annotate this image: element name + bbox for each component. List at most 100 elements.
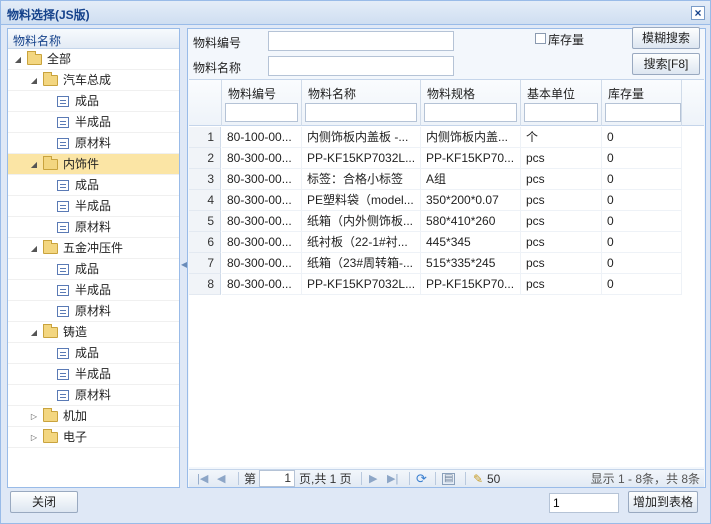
page-size[interactable]: 50: [487, 471, 500, 487]
tree-leaf-item[interactable]: 成品: [8, 175, 179, 196]
table-cell[interactable]: 80-300-00...: [222, 232, 302, 253]
table-cell[interactable]: 标签：合格小标签: [302, 169, 421, 190]
tree-folder-item[interactable]: ▷ 电子: [8, 427, 179, 448]
column-header-unit[interactable]: 基本单位: [521, 80, 602, 126]
tree-leaf-item[interactable]: 半成品: [8, 196, 179, 217]
column-filter-code[interactable]: [225, 103, 298, 122]
table-cell[interactable]: PE塑料袋（model...: [302, 190, 421, 211]
search-button[interactable]: 搜索[F8]: [632, 53, 700, 75]
table-cell[interactable]: 80-300-00...: [222, 274, 302, 295]
table-cell[interactable]: 0: [602, 274, 682, 295]
table-cell[interactable]: 0: [602, 169, 682, 190]
table-cell[interactable]: pcs: [521, 232, 602, 253]
expand-arrow-icon[interactable]: ▷: [29, 406, 39, 427]
table-cell[interactable]: 445*345: [421, 232, 521, 253]
page-number-input[interactable]: 1: [259, 470, 295, 487]
stock-checkbox[interactable]: [535, 33, 546, 44]
first-page-icon[interactable]: |◀: [197, 471, 208, 487]
add-to-table-button[interactable]: 增加到表格: [628, 491, 698, 513]
tree-leaf-item[interactable]: 半成品: [8, 280, 179, 301]
export-icon[interactable]: ▤: [442, 473, 456, 485]
page-size-icon[interactable]: ✎: [473, 471, 483, 487]
table-cell[interactable]: 纸衬板（22-1#衬...: [302, 232, 421, 253]
table-cell[interactable]: PP-KF15KP70...: [421, 148, 521, 169]
tree-folder-item[interactable]: ▷ 机加: [8, 406, 179, 427]
collapse-arrow-icon[interactable]: ◢: [29, 154, 39, 175]
collapse-arrow-icon[interactable]: ◢: [29, 70, 39, 91]
tree-item-label: 半成品: [75, 283, 112, 297]
table-cell[interactable]: A组: [421, 169, 521, 190]
tree-folder-item[interactable]: ◢ 汽车总成: [8, 70, 179, 91]
table-cell[interactable]: pcs: [521, 148, 602, 169]
tree-leaf-item[interactable]: 半成品: [8, 364, 179, 385]
table-cell[interactable]: 515*335*245: [421, 253, 521, 274]
fuzzy-search-button[interactable]: 模糊搜索: [632, 27, 700, 49]
column-filter-unit[interactable]: [524, 103, 598, 122]
tree-folder-item[interactable]: ◢ 全部: [8, 49, 179, 70]
table-cell[interactable]: pcs: [521, 190, 602, 211]
collapse-arrow-icon[interactable]: ◢: [13, 49, 23, 70]
next-page-icon[interactable]: ▶: [369, 471, 377, 487]
table-cell[interactable]: 80-300-00...: [222, 169, 302, 190]
table-cell[interactable]: 80-300-00...: [222, 211, 302, 232]
table-cell[interactable]: PP-KF15KP70...: [421, 274, 521, 295]
table-cell[interactable]: 80-100-00...: [222, 127, 302, 148]
table-cell[interactable]: pcs: [521, 253, 602, 274]
column-header-spec[interactable]: 物料规格: [421, 80, 521, 126]
rownum-header: [189, 80, 222, 126]
tree-leaf-item[interactable]: 原材料: [8, 301, 179, 322]
table-cell[interactable]: 内侧饰板内盖...: [421, 127, 521, 148]
tree-leaf-item[interactable]: 成品: [8, 91, 179, 112]
row-number: 1: [189, 127, 221, 148]
column-filter-spec[interactable]: [424, 103, 517, 122]
table-cell[interactable]: pcs: [521, 169, 602, 190]
table-cell[interactable]: 350*200*0.07: [421, 190, 521, 211]
tree-leaf-item[interactable]: 成品: [8, 343, 179, 364]
quantity-input[interactable]: [549, 493, 619, 513]
table-cell[interactable]: 80-300-00...: [222, 148, 302, 169]
close-button[interactable]: 关闭: [10, 491, 78, 513]
table-cell[interactable]: pcs: [521, 211, 602, 232]
tree-folder-item[interactable]: ◢ 五金冲压件: [8, 238, 179, 259]
table-cell[interactable]: 0: [602, 148, 682, 169]
tree-leaf-item[interactable]: 原材料: [8, 217, 179, 238]
table-cell[interactable]: 580*410*260: [421, 211, 521, 232]
tree-leaf-item[interactable]: 原材料: [8, 385, 179, 406]
table-cell[interactable]: 0: [602, 253, 682, 274]
column-filter-name[interactable]: [305, 103, 417, 122]
column-header-name[interactable]: 物料名称: [302, 80, 421, 126]
column-filter-stock[interactable]: [605, 103, 681, 122]
table-cell[interactable]: 80-300-00...: [222, 190, 302, 211]
table-cell[interactable]: 0: [602, 127, 682, 148]
expand-arrow-icon[interactable]: ▷: [29, 427, 39, 448]
code-search-input[interactable]: [268, 31, 454, 51]
table-cell[interactable]: 纸箱（23#周转箱-...: [302, 253, 421, 274]
refresh-icon[interactable]: ⟳: [416, 471, 427, 487]
table-cell[interactable]: 内侧饰板内盖板 -...: [302, 127, 421, 148]
prev-page-icon[interactable]: ◀: [217, 471, 225, 487]
table-cell[interactable]: 80-300-00...: [222, 253, 302, 274]
collapse-arrow-icon[interactable]: ◢: [29, 322, 39, 343]
table-cell[interactable]: PP-KF15KP7032L...: [302, 274, 421, 295]
tree-leaf-item[interactable]: 成品: [8, 259, 179, 280]
table-cell[interactable]: 0: [602, 190, 682, 211]
column-header-stock[interactable]: 库存量: [602, 80, 682, 126]
table-cell[interactable]: pcs: [521, 274, 602, 295]
tree-leaf-item[interactable]: 原材料: [8, 133, 179, 154]
tree-item-label: 电子: [63, 430, 88, 444]
category-tree-panel: 物料名称 ◢ 全部 ◢ 汽车总成 成品 半成品 原材料 ◢ 内饰件 成品 半成品 原材料 ◢ 五金冲压件成…: [7, 28, 180, 488]
table-cell[interactable]: 个: [521, 127, 602, 148]
table-cell[interactable]: 0: [602, 211, 682, 232]
table-cell[interactable]: 纸箱（内外侧饰板...: [302, 211, 421, 232]
table-cell[interactable]: 0: [602, 232, 682, 253]
tree-folder-item[interactable]: ◢ 内饰件: [8, 154, 179, 175]
table-cell[interactable]: PP-KF15KP7032L...: [302, 148, 421, 169]
collapse-arrow-icon[interactable]: ◢: [29, 238, 39, 259]
last-page-icon[interactable]: ▶|: [387, 471, 398, 487]
tree-folder-item[interactable]: ◢ 铸造: [8, 322, 179, 343]
tree-item-label: 成品: [75, 94, 100, 108]
tree-leaf-item[interactable]: 半成品: [8, 112, 179, 133]
column-header-code[interactable]: 物料编号: [222, 80, 302, 126]
close-icon[interactable]: ×: [691, 6, 705, 20]
name-search-input[interactable]: [268, 56, 454, 76]
